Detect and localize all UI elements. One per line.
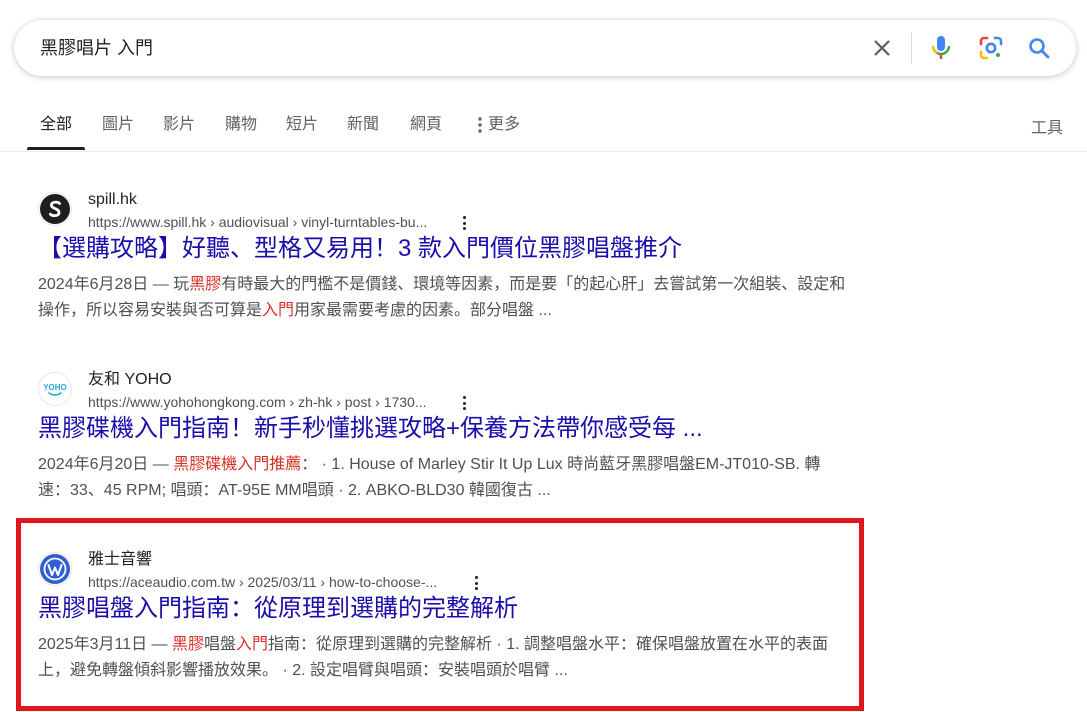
searchbar-divider [911,32,912,64]
spill-logo-icon [40,194,70,224]
result-options-button[interactable] [456,214,472,232]
site-name[interactable]: 雅士音響 [88,550,152,570]
snippet-text: 唱盤 [204,636,237,653]
voice-search-button[interactable] [925,32,957,64]
clear-search-button[interactable] [866,32,898,64]
tab-more[interactable]: 更多 [478,114,520,136]
site-name[interactable]: spill.hk [88,190,137,210]
search-tabs: 全部 圖片 影片 購物 短片 新聞 網頁 更多 工具 [0,104,1087,152]
site-favicon[interactable] [38,192,72,226]
search-input[interactable]: 黑膠唱片 入門 [40,36,153,60]
result-snippet: 2024年6月20日 — 黑膠碟機入門推薦： · 1. House of Mar… [38,452,848,504]
wordpress-logo-icon [40,554,70,584]
result-title-link[interactable]: 黑膠唱盤入門指南：從原理到選購的完整解析 [38,594,518,624]
site-favicon[interactable]: YOHO [38,372,72,406]
tools-button[interactable]: 工具 [1031,114,1063,138]
search-button[interactable] [1023,32,1055,64]
snippet-highlight: 黑膠 [189,276,222,293]
result-snippet: 2025年3月11日 — 黑膠唱盤入門指南：從原理到選購的完整解析 · 1. 調… [38,632,848,684]
yoho-logo-text: YOHO [43,383,67,392]
tab-more-label: 更多 [488,116,521,133]
result-title-link[interactable]: 【選購攻略】好聽、型格又易用！3 款入門價位黑膠唱盤推介 [38,234,682,264]
tab-images[interactable]: 圖片 [102,114,134,136]
snippet-text: 2025年3月11日 — [38,636,172,653]
yoho-logo-icon: YOHO [40,374,70,404]
search-bar[interactable]: 黑膠唱片 入門 [14,20,1076,76]
tab-videos[interactable]: 影片 [163,114,195,136]
snippet-highlight: 入門 [236,636,269,653]
tab-web[interactable]: 網頁 [410,114,442,136]
result-options-button[interactable] [456,394,472,412]
site-name[interactable]: 友和 YOHO [88,370,172,390]
site-url[interactable]: https://www.yohohongkong.com › zh-hk › p… [88,392,427,412]
snippet-text: 用家最需要考慮的因素。部分唱盤 ... [294,302,552,319]
tab-short-videos[interactable]: 短片 [286,114,318,136]
tab-all[interactable]: 全部 [40,114,72,136]
snippet-text: 2024年6月28日 — 玩 [38,276,190,293]
result-options-button[interactable] [468,574,484,592]
snippet-highlight: 入門 [262,302,295,319]
google-lens-icon [979,36,1003,60]
lens-search-button[interactable] [975,32,1007,64]
search-icon [1029,38,1050,59]
result-snippet: 2024年6月28日 — 玩黑膠有時最大的門檻不是價錢、環境等因素，而是要「的起… [38,272,848,324]
tab-shopping[interactable]: 購物 [225,114,257,136]
site-favicon[interactable] [38,552,72,586]
microphone-icon [931,36,951,59]
result-title-link[interactable]: 黑膠碟機入門指南！新手秒懂挑選攻略+保養方法帶你感受每 ... [38,414,703,444]
snippet-highlight: 黑膠 [172,636,205,653]
tab-news[interactable]: 新聞 [347,114,379,136]
close-icon [874,40,890,56]
active-tab-indicator [27,147,85,150]
snippet-text: 2024年6月20日 — [38,456,174,473]
snippet-highlight: 黑膠碟機入門推薦 [173,456,302,473]
site-url[interactable]: https://aceaudio.com.tw › 2025/03/11 › h… [88,572,437,592]
more-vert-icon [478,117,482,133]
site-url[interactable]: https://www.spill.hk › audiovisual › vin… [88,212,427,232]
